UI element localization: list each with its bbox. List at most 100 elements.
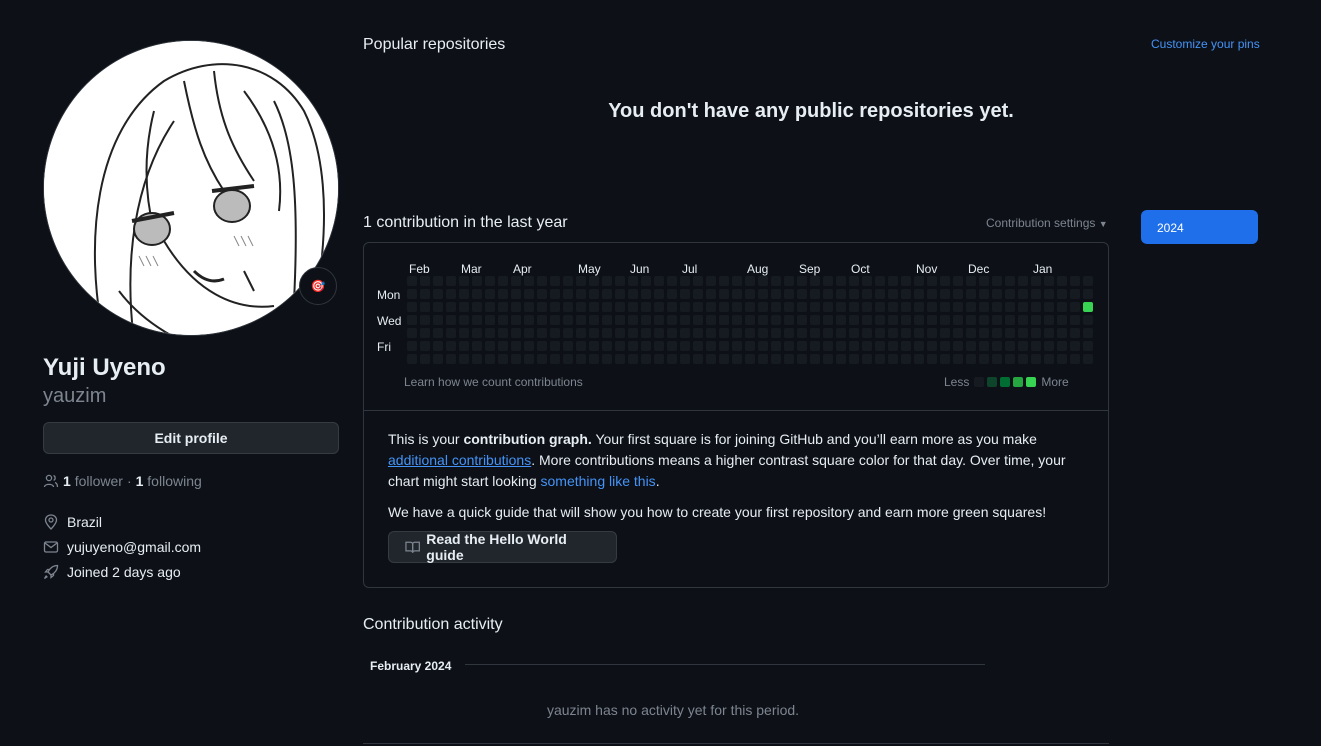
contribution-day[interactable]: [719, 354, 729, 364]
contribution-day[interactable]: [550, 276, 560, 286]
contribution-day[interactable]: [680, 276, 690, 286]
contribution-day[interactable]: [615, 341, 625, 351]
contribution-day[interactable]: [784, 276, 794, 286]
contribution-day[interactable]: [797, 328, 807, 338]
contribution-day[interactable]: [1005, 276, 1015, 286]
contribution-day[interactable]: [1070, 328, 1080, 338]
customize-pins-link[interactable]: Customize your pins: [1151, 37, 1260, 51]
contribution-day[interactable]: [953, 289, 963, 299]
contribution-day[interactable]: [420, 276, 430, 286]
contribution-day[interactable]: [797, 276, 807, 286]
contribution-day[interactable]: [576, 354, 586, 364]
contribution-day[interactable]: [1005, 328, 1015, 338]
contribution-day[interactable]: [823, 302, 833, 312]
contribution-day[interactable]: [693, 354, 703, 364]
contribution-day[interactable]: [732, 354, 742, 364]
contribution-day[interactable]: [407, 341, 417, 351]
contribution-day[interactable]: [966, 289, 976, 299]
contribution-day[interactable]: [966, 328, 976, 338]
contribution-day[interactable]: [810, 328, 820, 338]
contribution-day[interactable]: [771, 328, 781, 338]
contribution-day[interactable]: [732, 315, 742, 325]
contribution-day[interactable]: [498, 276, 508, 286]
contribution-day[interactable]: [914, 341, 924, 351]
contribution-day[interactable]: [1031, 302, 1041, 312]
contribution-day[interactable]: [1018, 289, 1028, 299]
contribution-day[interactable]: [654, 354, 664, 364]
contribution-day[interactable]: [693, 328, 703, 338]
contribution-day[interactable]: [784, 354, 794, 364]
contribution-day[interactable]: [836, 302, 846, 312]
contribution-day[interactable]: [537, 315, 547, 325]
contribution-day[interactable]: [979, 341, 989, 351]
contribution-day[interactable]: [485, 289, 495, 299]
contribution-day[interactable]: [1083, 354, 1093, 364]
contribution-day[interactable]: [1005, 289, 1015, 299]
contribution-day[interactable]: [407, 276, 417, 286]
contribution-day[interactable]: [1044, 354, 1054, 364]
contribution-day[interactable]: [524, 328, 534, 338]
contribution-day[interactable]: [446, 276, 456, 286]
contribution-day[interactable]: [667, 289, 677, 299]
contribution-day[interactable]: [992, 315, 1002, 325]
contribution-day[interactable]: [875, 341, 885, 351]
contribution-day[interactable]: [1018, 302, 1028, 312]
set-status-button[interactable]: 🎯: [299, 267, 337, 305]
additional-contributions-link[interactable]: additional contributions: [388, 452, 531, 468]
contribution-day[interactable]: [1044, 276, 1054, 286]
contribution-day[interactable]: [1018, 315, 1028, 325]
contribution-day[interactable]: [654, 328, 664, 338]
contribution-day[interactable]: [1070, 341, 1080, 351]
contribution-day[interactable]: [498, 289, 508, 299]
contribution-day[interactable]: [940, 276, 950, 286]
contribution-day[interactable]: [732, 328, 742, 338]
contribution-day[interactable]: [758, 302, 768, 312]
contribution-day[interactable]: [1018, 276, 1028, 286]
contribution-day[interactable]: [433, 302, 443, 312]
contribution-day[interactable]: [771, 354, 781, 364]
contribution-day[interactable]: [472, 328, 482, 338]
contribution-day[interactable]: [446, 289, 456, 299]
contribution-day[interactable]: [823, 328, 833, 338]
contribution-day[interactable]: [784, 302, 794, 312]
contribution-day[interactable]: [433, 341, 443, 351]
contribution-day[interactable]: [485, 276, 495, 286]
contribution-day[interactable]: [602, 341, 612, 351]
contribution-day[interactable]: [953, 354, 963, 364]
contribution-day[interactable]: [641, 341, 651, 351]
contribution-day[interactable]: [797, 341, 807, 351]
contribution-day[interactable]: [940, 341, 950, 351]
contribution-day[interactable]: [706, 341, 716, 351]
contribution-day[interactable]: [862, 328, 872, 338]
contribution-day[interactable]: [524, 276, 534, 286]
contribution-day[interactable]: [784, 289, 794, 299]
contribution-day[interactable]: [1005, 315, 1015, 325]
contribution-day[interactable]: [693, 315, 703, 325]
contribution-day[interactable]: [914, 354, 924, 364]
contribution-day[interactable]: [771, 276, 781, 286]
contribution-day[interactable]: [940, 315, 950, 325]
contribution-day[interactable]: [433, 328, 443, 338]
contribution-day[interactable]: [758, 289, 768, 299]
contribution-day[interactable]: [862, 276, 872, 286]
contribution-day[interactable]: [862, 315, 872, 325]
contribution-day[interactable]: [667, 302, 677, 312]
contribution-day[interactable]: [901, 289, 911, 299]
contribution-day[interactable]: [771, 302, 781, 312]
contribution-day[interactable]: [1083, 341, 1093, 351]
contribution-day[interactable]: [654, 289, 664, 299]
contribution-day[interactable]: [719, 302, 729, 312]
contribution-day[interactable]: [485, 341, 495, 351]
contribution-day-active[interactable]: [1083, 302, 1093, 312]
contribution-day[interactable]: [953, 276, 963, 286]
contribution-day[interactable]: [1057, 328, 1067, 338]
contribution-day[interactable]: [498, 315, 508, 325]
contribution-day[interactable]: [771, 315, 781, 325]
contribution-day[interactable]: [979, 328, 989, 338]
contribution-day[interactable]: [979, 302, 989, 312]
contribution-day[interactable]: [706, 276, 716, 286]
contribution-day[interactable]: [836, 354, 846, 364]
contribution-day[interactable]: [849, 289, 859, 299]
contribution-day[interactable]: [1018, 354, 1028, 364]
contribution-day[interactable]: [433, 315, 443, 325]
